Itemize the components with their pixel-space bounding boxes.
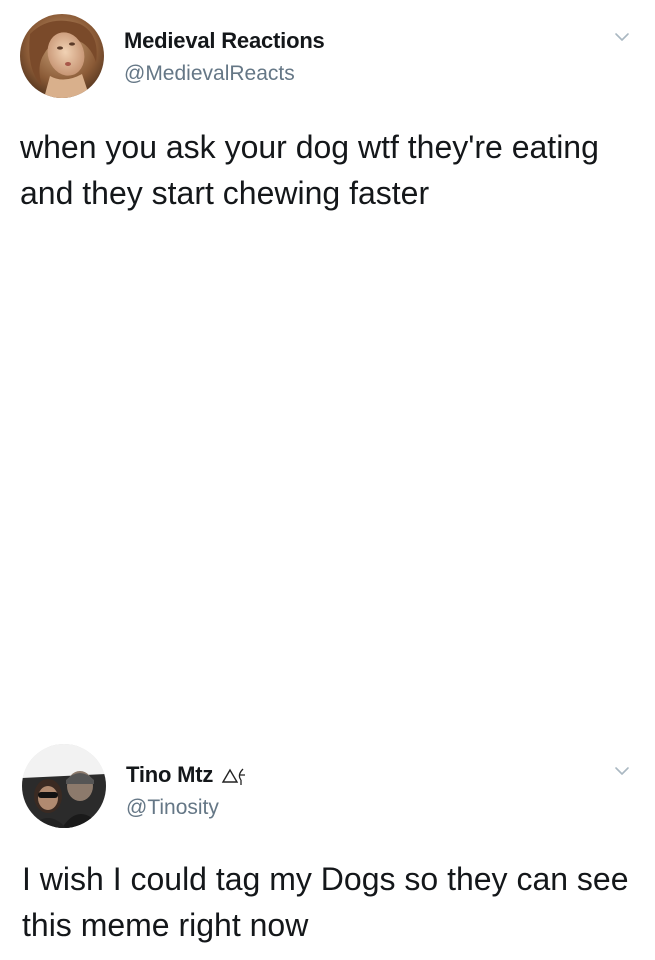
triangle-symbols-icon	[221, 768, 246, 786]
tweet-card[interactable]: Tino Mtz @Tinosity I wish I could tag my…	[0, 740, 655, 960]
tweet-text: when you ask your dog wtf they're eating…	[20, 129, 599, 211]
car-selfie-avatar-icon	[22, 744, 106, 828]
user-handle[interactable]: @Tinosity	[126, 796, 219, 820]
tweet-card[interactable]: Medieval Reactions @MedievalReacts when …	[0, 0, 655, 240]
chevron-down-icon[interactable]	[613, 762, 631, 780]
chevron-down-icon[interactable]	[613, 28, 631, 46]
display-name-text: Tino Mtz	[126, 762, 214, 787]
user-handle[interactable]: @MedievalReacts	[124, 62, 295, 86]
medieval-painting-avatar-icon	[20, 14, 104, 98]
avatar[interactable]	[22, 744, 106, 828]
display-name[interactable]: Tino Mtz	[126, 762, 247, 788]
avatar[interactable]	[20, 14, 104, 98]
display-name[interactable]: Medieval Reactions	[124, 28, 325, 54]
tweet-text: I wish I could tag my Dogs so they can s…	[22, 861, 629, 943]
